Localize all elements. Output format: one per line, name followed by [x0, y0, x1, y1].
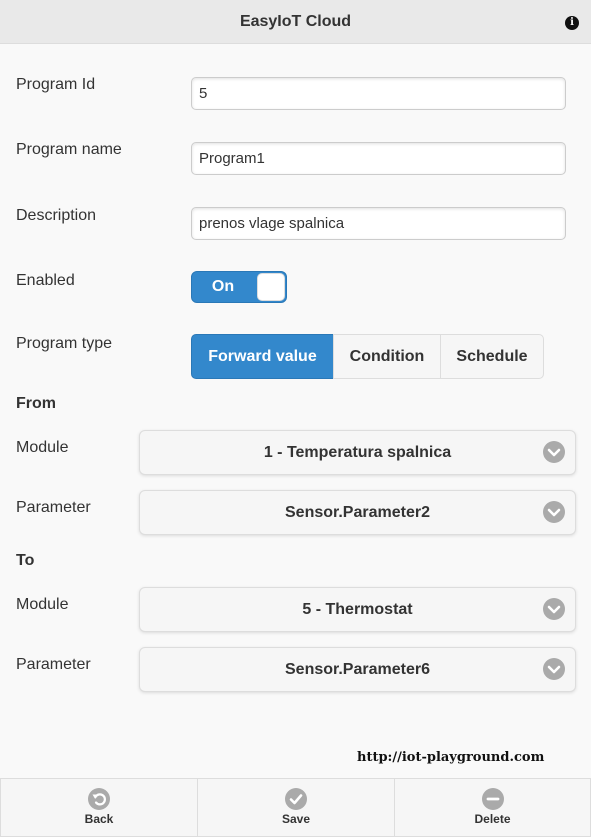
- from-parameter-label: Parameter: [16, 499, 91, 516]
- from-heading: From: [16, 395, 56, 412]
- check-icon: [285, 788, 307, 810]
- footer-navbar: Back Save Delete: [0, 778, 591, 837]
- program-type-forward-value[interactable]: Forward value: [191, 334, 334, 379]
- toggle-knob[interactable]: [257, 273, 285, 301]
- chevron-down-icon: [543, 441, 565, 463]
- to-module-label: Module: [16, 596, 69, 613]
- chevron-down-icon: [543, 501, 565, 523]
- save-button[interactable]: Save: [197, 778, 395, 837]
- description-input[interactable]: [191, 207, 566, 240]
- minus-icon: [481, 788, 504, 810]
- program-id-input[interactable]: [191, 77, 566, 110]
- program-type-schedule[interactable]: Schedule: [440, 334, 544, 379]
- back-label: Back: [84, 812, 114, 826]
- to-module-value: 5 - Thermostat: [302, 601, 413, 618]
- from-module-label: Module: [16, 439, 69, 456]
- from-parameter-select[interactable]: Sensor.Parameter2: [139, 490, 576, 535]
- program-name-input[interactable]: [191, 142, 566, 175]
- save-label: Save: [281, 812, 311, 826]
- to-heading: To: [16, 552, 35, 569]
- description-label: Description: [16, 207, 97, 224]
- to-parameter-label: Parameter: [16, 656, 91, 673]
- to-module-select[interactable]: 5 - Thermostat: [139, 587, 576, 632]
- page-title: EasyIoT Cloud: [239, 13, 352, 30]
- back-icon: [88, 788, 110, 810]
- to-parameter-select[interactable]: Sensor.Parameter6: [139, 647, 576, 692]
- from-parameter-value: Sensor.Parameter2: [285, 504, 430, 521]
- program-name-label: Program name: [16, 141, 122, 158]
- site-url: http://iot-playground.com: [357, 750, 545, 765]
- toggle-state-text: On: [211, 278, 235, 295]
- chevron-down-icon: [543, 658, 565, 680]
- delete-label: Delete: [474, 812, 511, 826]
- info-icon[interactable]: i: [565, 16, 579, 30]
- back-button[interactable]: Back: [0, 778, 198, 837]
- chevron-down-icon: [543, 598, 565, 620]
- enabled-toggle[interactable]: On: [191, 271, 287, 303]
- program-type-condition[interactable]: Condition: [333, 334, 441, 379]
- to-parameter-value: Sensor.Parameter6: [285, 661, 430, 678]
- program-type-label: Program type: [16, 335, 113, 352]
- app-header: EasyIoT Cloud i: [0, 0, 591, 44]
- from-module-value: 1 - Temperatura spalnica: [263, 444, 452, 461]
- program-id-label: Program Id: [16, 76, 96, 93]
- enabled-label: Enabled: [16, 272, 75, 289]
- delete-button[interactable]: Delete: [394, 778, 591, 837]
- from-module-select[interactable]: 1 - Temperatura spalnica: [139, 430, 576, 475]
